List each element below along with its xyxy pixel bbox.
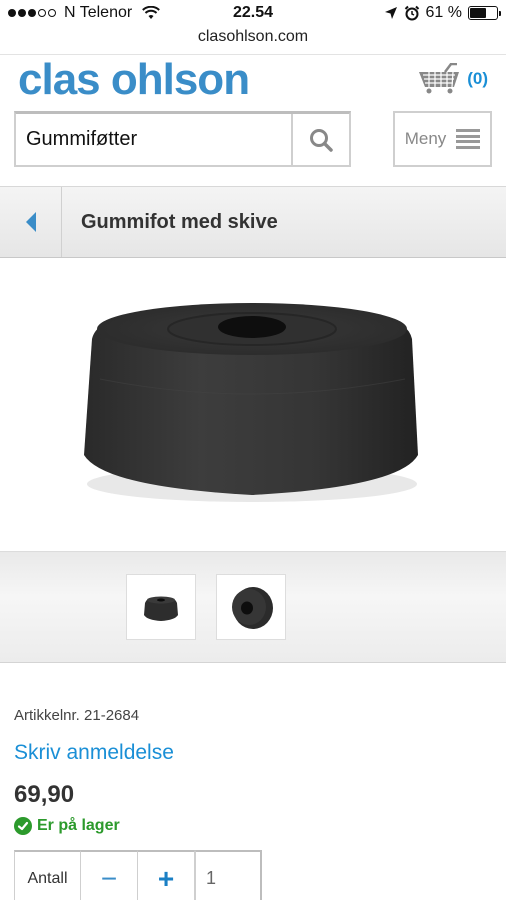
- menu-label: Meny: [404, 129, 447, 148]
- checkmark-icon: [14, 817, 32, 835]
- decrease-quantity-button[interactable]: −: [81, 850, 138, 900]
- cart-count: (0): [467, 69, 488, 88]
- article-number: Artikkelnr. 21-2684: [14, 707, 140, 724]
- rubber-foot-thumbnail-top: [232, 587, 273, 629]
- location-arrow-icon: [384, 7, 397, 19]
- write-review-link[interactable]: Skriv anmeldelse: [14, 741, 174, 765]
- cart-button[interactable]: (0): [417, 63, 488, 95]
- search-input[interactable]: [16, 114, 293, 165]
- browser-url[interactable]: clasohlson.com: [0, 28, 506, 46]
- thumbnail-top-view[interactable]: [216, 574, 286, 640]
- alarm-icon: [404, 5, 419, 21]
- thumbnail-strip: [0, 551, 506, 663]
- hamburger-menu-icon: [456, 129, 481, 149]
- stock-status: Er på lager: [14, 817, 120, 835]
- price: 69,90: [14, 781, 75, 808]
- product-image[interactable]: [0, 259, 506, 551]
- quantity-input[interactable]: [195, 850, 262, 900]
- site-header: clas ohlson (0) Meny: [0, 54, 506, 186]
- rubber-foot-image: [84, 303, 418, 502]
- cart-icon: [419, 63, 460, 94]
- page-title-bar: Gummifot med skive: [0, 186, 506, 258]
- search-form: [14, 111, 351, 167]
- search-icon: [310, 128, 333, 152]
- battery-icon: [468, 6, 501, 20]
- stock-status-label: Er på lager: [37, 817, 120, 834]
- back-button[interactable]: [0, 187, 62, 257]
- menu-button[interactable]: Meny: [393, 111, 492, 167]
- status-bar-right: 61 %: [384, 4, 501, 22]
- page-title: Gummifot med skive: [81, 211, 278, 233]
- increase-quantity-button[interactable]: +: [138, 850, 195, 900]
- search-button[interactable]: [291, 114, 349, 165]
- quantity-stepper: Antall − +: [14, 850, 262, 900]
- thumbnail-side-view[interactable]: [126, 574, 196, 640]
- rubber-foot-thumbnail-side: [144, 596, 178, 621]
- back-chevron-icon: [25, 212, 36, 232]
- clas-ohlson-logo[interactable]: clas ohlson: [18, 55, 250, 105]
- status-bar: N Telenor 22.54 61 %: [0, 0, 506, 28]
- quantity-label: Antall: [14, 850, 81, 900]
- battery-percentage: 61 %: [425, 4, 462, 21]
